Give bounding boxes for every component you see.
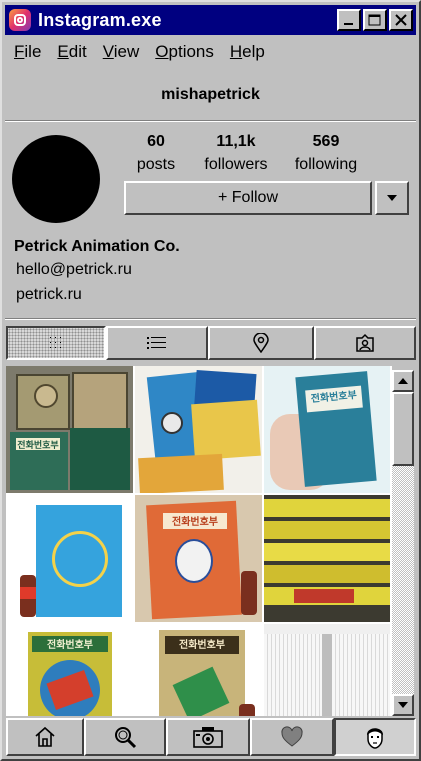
grid-post[interactable]: 전화번호부 <box>264 366 392 495</box>
window-title: Instagram.exe <box>38 9 162 30</box>
avatar[interactable] <box>12 135 100 223</box>
arrow-up-icon <box>398 378 408 384</box>
location-pin-icon <box>253 333 269 353</box>
tagged-person-icon <box>356 333 374 352</box>
menu-bar: File Edit View Options Help <box>14 42 281 62</box>
menu-file[interactable]: File <box>14 42 41 62</box>
instagram-icon <box>9 9 31 31</box>
follow-button[interactable]: + Follow <box>124 181 372 215</box>
minimize-button[interactable] <box>337 9 361 31</box>
maximize-button[interactable] <box>363 9 387 31</box>
menu-help[interactable]: Help <box>230 42 265 62</box>
close-icon <box>395 14 407 26</box>
arrow-down-icon <box>398 702 408 708</box>
followers-label: followers <box>204 156 268 173</box>
grid-post[interactable] <box>6 495 135 624</box>
nav-profile[interactable] <box>334 718 416 756</box>
minimize-icon <box>344 23 353 25</box>
menu-edit[interactable]: Edit <box>57 42 86 62</box>
following-count: 569 <box>312 133 340 150</box>
search-icon <box>115 727 137 749</box>
nav-camera[interactable] <box>166 718 250 756</box>
divider <box>5 120 416 122</box>
follow-dropdown-button[interactable] <box>375 181 409 215</box>
camera-icon <box>193 727 223 748</box>
profile-username: mishapetrick <box>161 86 260 103</box>
menu-options[interactable]: Options <box>155 42 214 62</box>
scroll-up-button[interactable] <box>392 370 414 392</box>
tab-list[interactable] <box>106 326 208 360</box>
nav-activity[interactable] <box>250 718 334 756</box>
grid-post[interactable]: 전화번호부 <box>135 624 264 716</box>
grid-icon <box>50 337 61 348</box>
scroll-down-button[interactable] <box>392 694 414 716</box>
menu-view[interactable]: View <box>103 42 140 62</box>
heart-icon <box>281 726 303 747</box>
photo-grid: 전화번호부 전화번호부 전화번호부 전화번호부 전화번호부 <box>6 366 392 716</box>
grid-post[interactable]: 전화번호부 <box>6 366 135 495</box>
chevron-down-icon <box>387 195 397 201</box>
nav-search[interactable] <box>84 718 166 756</box>
grid-scrollbar[interactable] <box>392 370 414 716</box>
tab-location[interactable] <box>208 326 314 360</box>
tab-tagged[interactable] <box>314 326 416 360</box>
bio-name: Petrick Animation Co. <box>14 238 180 255</box>
tab-grid[interactable] <box>6 326 106 360</box>
grid-post[interactable]: 전화번호부 <box>135 495 264 624</box>
grid-post[interactable]: 전화번호부 <box>6 624 135 716</box>
profile-tabs <box>6 326 416 360</box>
divider <box>5 318 416 320</box>
app-window: Instagram.exe File Edit View Options Hel… <box>0 0 421 761</box>
stat-following[interactable]: 569 following <box>276 133 376 174</box>
bio-email[interactable]: hello@petrick.ru <box>16 261 132 279</box>
stat-followers[interactable]: 11,1k followers <box>186 133 286 174</box>
followers-count: 11,1k <box>216 133 256 150</box>
list-icon <box>147 337 166 349</box>
maximize-icon <box>368 14 381 26</box>
grid-post[interactable] <box>264 495 392 624</box>
bio-website[interactable]: petrick.ru <box>16 286 82 304</box>
following-label: following <box>294 156 358 173</box>
bottom-nav <box>6 718 416 756</box>
title-bar[interactable]: Instagram.exe <box>5 5 416 35</box>
window-controls <box>335 9 413 31</box>
grid-post[interactable] <box>264 624 392 716</box>
nav-home[interactable] <box>6 718 84 756</box>
scroll-thumb[interactable] <box>392 392 414 466</box>
home-icon <box>35 726 55 747</box>
grid-post[interactable] <box>135 366 264 495</box>
profile-face-icon <box>367 728 383 749</box>
close-button[interactable] <box>389 9 413 31</box>
